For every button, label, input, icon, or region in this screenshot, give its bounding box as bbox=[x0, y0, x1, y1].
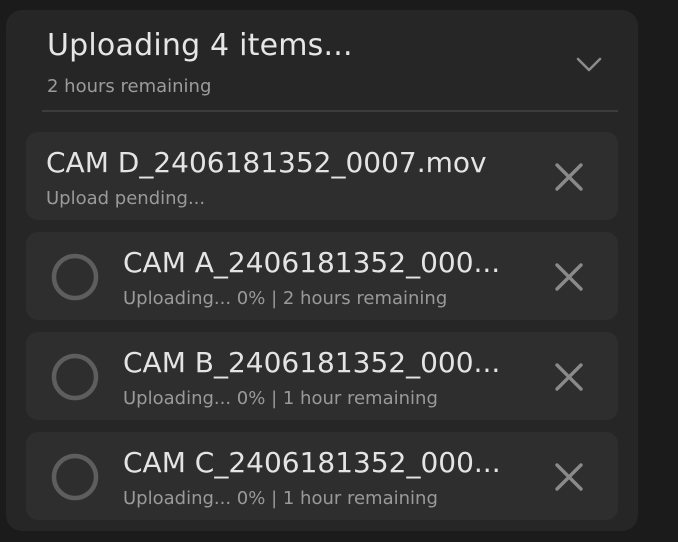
cancel-upload-button[interactable] bbox=[552, 260, 586, 294]
cancel-upload-button[interactable] bbox=[552, 460, 586, 494]
upload-panel: Uploading 4 items... 2 hours remaining C… bbox=[6, 10, 638, 531]
upload-file-name: CAM A_2406181352_000... bbox=[123, 246, 501, 279]
close-icon bbox=[555, 363, 583, 391]
upload-status: Upload pending... bbox=[46, 188, 206, 209]
upload-item: CAM A_2406181352_000... Uploading... 0% … bbox=[26, 232, 618, 320]
upload-panel-title: Uploading 4 items... bbox=[47, 28, 353, 63]
header-divider bbox=[42, 110, 618, 112]
upload-file-name: CAM D_2406181352_0007.mov bbox=[46, 146, 487, 179]
upload-status: Uploading... 0% | 1 hour remaining bbox=[123, 388, 438, 409]
upload-status: Uploading... 0% | 1 hour remaining bbox=[123, 488, 438, 509]
progress-ring-icon bbox=[50, 452, 100, 502]
collapse-button[interactable] bbox=[572, 50, 606, 78]
cancel-upload-button[interactable] bbox=[552, 360, 586, 394]
close-icon bbox=[555, 463, 583, 491]
chevron-down-icon bbox=[576, 57, 602, 72]
upload-item: CAM B_2406181352_000... Uploading... 0% … bbox=[26, 332, 618, 420]
upload-file-name: CAM B_2406181352_000... bbox=[123, 346, 501, 379]
progress-ring-icon bbox=[50, 352, 100, 402]
upload-item: CAM C_2406181352_000... Uploading... 0% … bbox=[26, 432, 618, 520]
close-icon bbox=[555, 263, 583, 291]
upload-status: Uploading... 0% | 2 hours remaining bbox=[123, 288, 448, 309]
upload-panel-time-remaining: 2 hours remaining bbox=[47, 76, 212, 97]
progress-ring-icon bbox=[50, 252, 100, 302]
cancel-upload-button[interactable] bbox=[552, 160, 586, 194]
upload-file-name: CAM C_2406181352_000... bbox=[123, 446, 501, 479]
upload-item-pending: CAM D_2406181352_0007.mov Upload pending… bbox=[26, 132, 618, 220]
close-icon bbox=[555, 163, 583, 191]
